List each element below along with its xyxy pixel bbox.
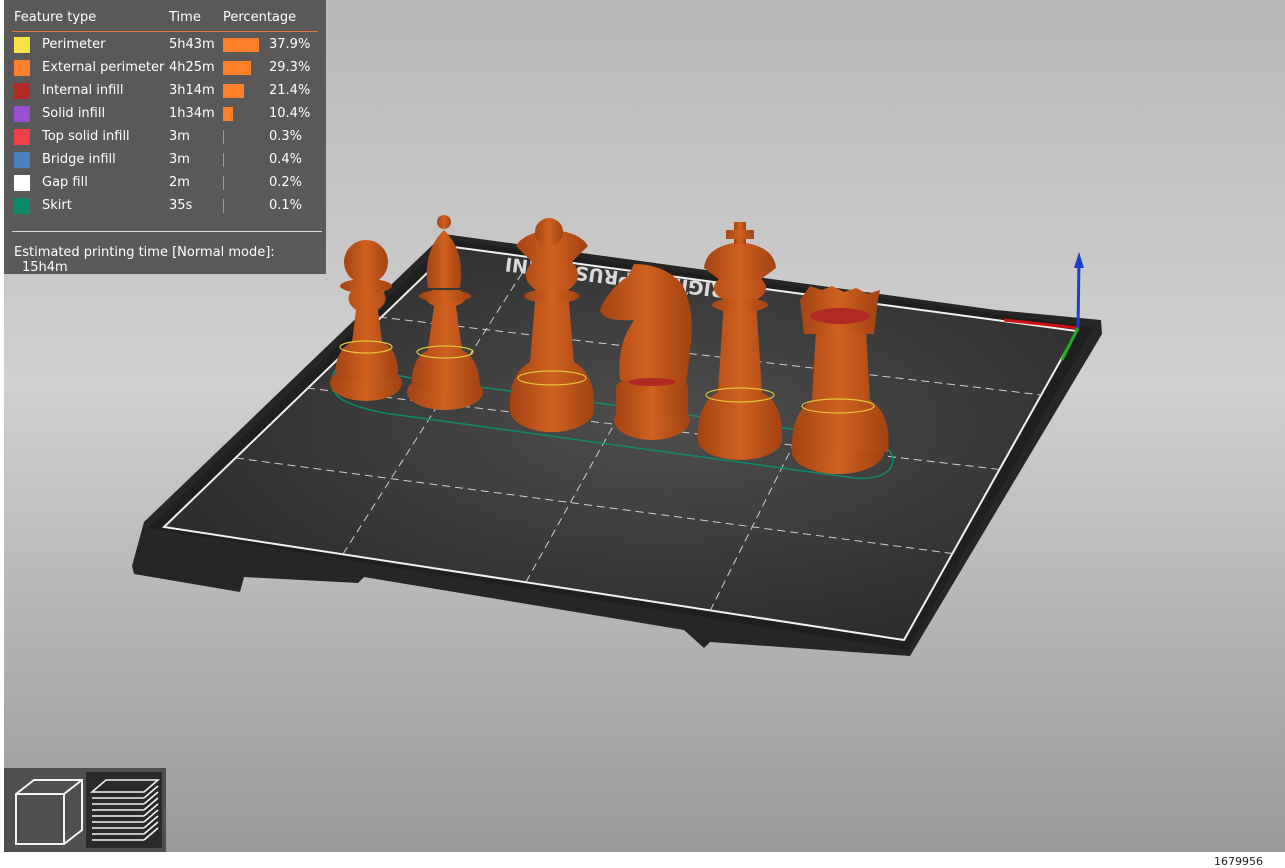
- color-swatch: [14, 198, 30, 214]
- percentage-bar: [223, 199, 224, 213]
- feature-percentage: 29.3%: [269, 60, 311, 75]
- preview-view-button[interactable]: [86, 772, 162, 848]
- header-percentage: Percentage: [223, 10, 297, 25]
- feature-time: 4h25m: [169, 60, 215, 75]
- estimated-time-label: Estimated printing time [Normal mode]:: [14, 245, 275, 260]
- layers-icon: [89, 779, 161, 841]
- 3d-editor-view-button[interactable]: [8, 772, 84, 848]
- legend-row: Solid infill 1h34m 10.4%: [4, 104, 326, 127]
- view-toolbar: [4, 768, 166, 852]
- feature-name: Bridge infill: [42, 152, 116, 167]
- cube-icon: [15, 779, 83, 845]
- feature-time: 35s: [169, 198, 193, 213]
- percentage-bar: [223, 84, 244, 98]
- feature-name: Top solid infill: [42, 129, 130, 144]
- estimated-time: Estimated printing time [Normal mode]: 1…: [14, 245, 326, 275]
- legend-row: Gap fill 2m 0.2%: [4, 173, 326, 196]
- legend-row: External perimeter 4h25m 29.3%: [4, 58, 326, 81]
- feature-time: 1h34m: [169, 106, 215, 121]
- percentage-bar: [223, 38, 259, 52]
- feature-percentage: 0.2%: [269, 175, 303, 190]
- feature-percentage: 0.1%: [269, 198, 303, 213]
- color-swatch: [14, 106, 30, 122]
- feature-name: Perimeter: [42, 37, 106, 52]
- feature-name: Internal infill: [42, 83, 124, 98]
- percentage-bar: [223, 107, 233, 121]
- feature-percentage: 0.4%: [269, 152, 303, 167]
- header-feature-type: Feature type: [14, 10, 97, 25]
- status-footer: 1679956: [4, 852, 1285, 868]
- feature-percentage: 37.9%: [269, 37, 311, 52]
- feature-time: 5h43m: [169, 37, 215, 52]
- percentage-bar: [223, 61, 251, 75]
- header-time: Time: [169, 10, 201, 25]
- feature-percentage: 10.4%: [269, 106, 311, 121]
- color-swatch: [14, 175, 30, 191]
- legend-row: Internal infill 3h14m 21.4%: [4, 81, 326, 104]
- legend-header: Feature type Time Percentage: [4, 10, 326, 30]
- feature-time: 3h14m: [169, 83, 215, 98]
- feature-percentage: 0.3%: [269, 129, 303, 144]
- color-swatch: [14, 129, 30, 145]
- legend-row: Perimeter 5h43m 37.9%: [4, 35, 326, 58]
- legend-divider: [12, 231, 322, 232]
- legend-row: Bridge infill 3m 0.4%: [4, 150, 326, 173]
- estimated-time-value: 15h4m: [22, 260, 68, 275]
- percentage-bar: [223, 130, 224, 144]
- color-swatch: [14, 60, 30, 76]
- color-swatch: [14, 152, 30, 168]
- feature-percentage: 21.4%: [269, 83, 311, 98]
- header-divider: [12, 31, 318, 32]
- feature-name: Gap fill: [42, 175, 88, 190]
- percentage-bar: [223, 153, 224, 167]
- color-swatch: [14, 37, 30, 53]
- percentage-bar: [223, 176, 224, 190]
- legend-row: Top solid infill 3m 0.3%: [4, 127, 326, 150]
- feature-time: 2m: [169, 175, 190, 190]
- footer-text: 1679956: [1214, 855, 1263, 868]
- color-swatch: [14, 83, 30, 99]
- feature-name: External perimeter: [42, 60, 165, 75]
- feature-legend: Feature type Time Percentage Perimeter 5h…: [4, 0, 326, 275]
- legend-row: Skirt 35s 0.1%: [4, 196, 326, 219]
- feature-name: Skirt: [42, 198, 72, 213]
- feature-time: 3m: [169, 129, 190, 144]
- feature-name: Solid infill: [42, 106, 106, 121]
- feature-time: 3m: [169, 152, 190, 167]
